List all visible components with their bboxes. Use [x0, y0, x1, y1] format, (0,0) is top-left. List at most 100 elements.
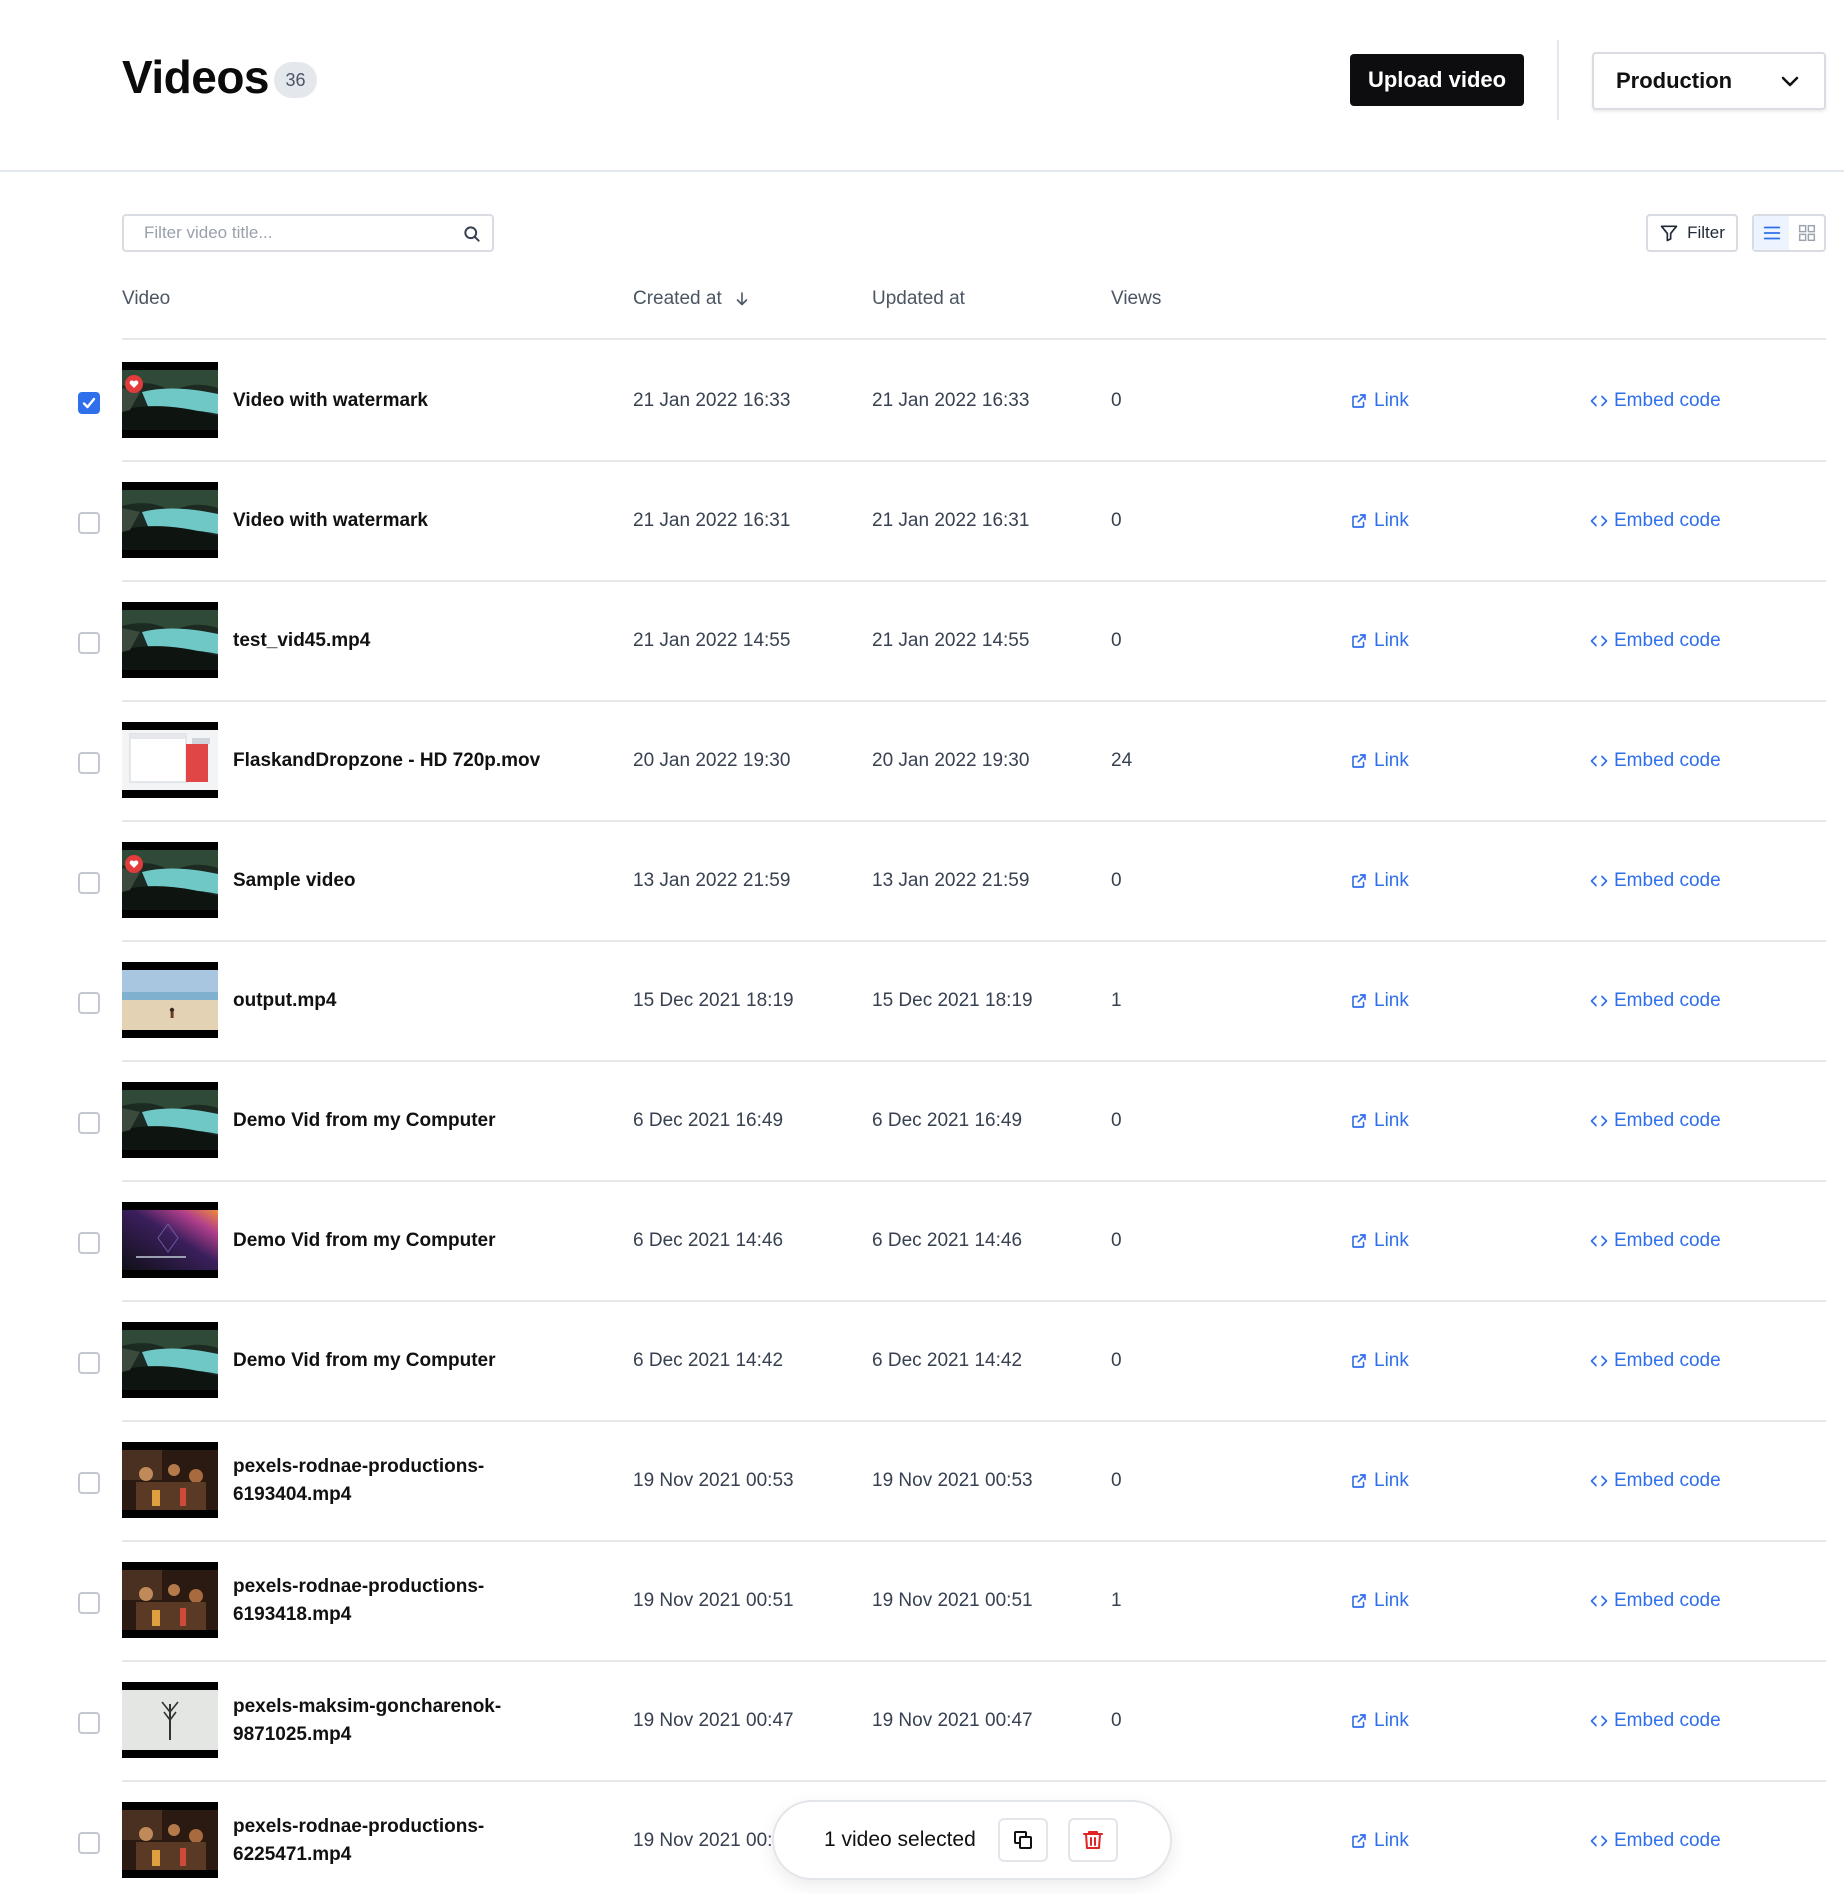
link-button[interactable]: Link [1350, 1062, 1409, 1180]
copy-icon [1013, 1831, 1032, 1849]
upload-video-button[interactable]: Upload video [1350, 54, 1524, 106]
video-title[interactable]: pexels-rodnae-productions-6193418.mp4 [233, 1542, 563, 1660]
row-checkbox[interactable] [78, 992, 100, 1014]
page-header: Videos 36 Upload video Production [0, 0, 1844, 172]
updated-at: 19 Nov 2021 00:51 [872, 1590, 1033, 1611]
video-thumbnail[interactable] [122, 1682, 218, 1758]
video-title[interactable]: output.mp4 [233, 942, 563, 1060]
link-button[interactable]: Link [1350, 1662, 1409, 1780]
view-toggle [1752, 214, 1826, 252]
table-row: Demo Vid from my Computer 6 Dec 2021 16:… [0, 1062, 1844, 1182]
video-thumbnail[interactable] [122, 1802, 218, 1878]
row-checkbox[interactable] [78, 1712, 100, 1734]
video-thumbnail[interactable] [122, 842, 218, 918]
embed-code-button[interactable]: Embed code [1590, 462, 1721, 580]
row-checkbox[interactable] [78, 1592, 100, 1614]
embed-code-button[interactable]: Embed code [1590, 342, 1721, 460]
link-button[interactable]: Link [1350, 702, 1409, 820]
row-checkbox[interactable] [78, 392, 100, 414]
embed-code-label: Embed code [1614, 510, 1721, 531]
embed-code-button[interactable]: Embed code [1590, 1062, 1721, 1180]
video-thumbnail[interactable] [122, 1562, 218, 1638]
embed-code-button[interactable]: Embed code [1590, 582, 1721, 700]
link-button[interactable]: Link [1350, 822, 1409, 940]
link-button[interactable]: Link [1350, 1182, 1409, 1300]
video-thumbnail[interactable] [122, 1202, 218, 1278]
embed-code-button[interactable]: Embed code [1590, 1662, 1721, 1780]
video-thumbnail[interactable] [122, 362, 218, 438]
search-input[interactable] [124, 216, 444, 250]
created-at: 6 Dec 2021 16:49 [633, 1110, 784, 1131]
embed-code-button[interactable]: Embed code [1590, 822, 1721, 940]
embed-code-button[interactable]: Embed code [1590, 1422, 1721, 1540]
embed-code-button[interactable]: Embed code [1590, 702, 1721, 820]
link-button[interactable]: Link [1350, 342, 1409, 460]
views-count: 0 [1111, 1230, 1122, 1251]
video-title[interactable]: Demo Vid from my Computer [233, 1302, 563, 1420]
filter-button[interactable]: Filter [1646, 214, 1738, 252]
video-thumbnail[interactable] [122, 962, 218, 1038]
video-title[interactable]: pexels-rodnae-productions-6193404.mp4 [233, 1422, 563, 1540]
row-checkbox[interactable] [78, 632, 100, 654]
created-at: 19 Nov 2021 00:53 [633, 1470, 794, 1491]
views-count: 0 [1111, 1350, 1122, 1371]
video-title[interactable]: pexels-maksim-goncharenok-9871025.mp4 [233, 1662, 563, 1780]
row-checkbox[interactable] [78, 1232, 100, 1254]
video-thumbnail[interactable] [122, 1082, 218, 1158]
created-at: 19 Nov 2021 00:51 [633, 1590, 794, 1611]
link-label: Link [1374, 1590, 1409, 1611]
video-thumbnail[interactable] [122, 1442, 218, 1518]
embed-code-button[interactable]: Embed code [1590, 942, 1721, 1060]
link-button[interactable]: Link [1350, 942, 1409, 1060]
video-title[interactable]: pexels-rodnae-productions-6225471.mp4 [233, 1782, 563, 1894]
copy-button[interactable] [997, 1818, 1048, 1862]
row-checkbox[interactable] [78, 1352, 100, 1374]
video-title[interactable]: Video with watermark [233, 462, 563, 580]
link-button[interactable]: Link [1350, 462, 1409, 580]
row-checkbox[interactable] [78, 752, 100, 774]
embed-code-button[interactable]: Embed code [1590, 1302, 1721, 1420]
video-title[interactable]: FlaskandDropzone - HD 720p.mov [233, 702, 563, 820]
video-title[interactable]: Demo Vid from my Computer [233, 1182, 563, 1300]
table-row: pexels-maksim-goncharenok-9871025.mp4 19… [0, 1662, 1844, 1782]
embed-code-button[interactable]: Embed code [1590, 1782, 1721, 1894]
updated-at: 21 Jan 2022 16:31 [872, 510, 1030, 531]
video-title[interactable]: Demo Vid from my Computer [233, 1062, 563, 1180]
video-title[interactable]: Sample video [233, 822, 563, 940]
delete-button[interactable] [1067, 1818, 1118, 1862]
row-checkbox[interactable] [78, 512, 100, 534]
link-button[interactable]: Link [1350, 1302, 1409, 1420]
embed-code-button[interactable]: Embed code [1590, 1542, 1721, 1660]
grid-view-button[interactable] [1789, 216, 1824, 250]
created-at: 6 Dec 2021 14:42 [633, 1350, 784, 1371]
environment-select[interactable]: Production [1592, 52, 1826, 110]
link-label: Link [1374, 390, 1409, 411]
row-checkbox[interactable] [78, 1472, 100, 1494]
video-thumbnail[interactable] [122, 602, 218, 678]
column-header-created[interactable]: Created at [633, 288, 750, 310]
list-view-button[interactable] [1754, 216, 1789, 250]
embed-code-button[interactable]: Embed code [1590, 1182, 1721, 1300]
row-checkbox[interactable] [78, 1112, 100, 1134]
link-button[interactable]: Link [1350, 582, 1409, 700]
link-button[interactable]: Link [1350, 1782, 1409, 1894]
video-thumbnail[interactable] [122, 482, 218, 558]
link-button[interactable]: Link [1350, 1542, 1409, 1660]
external-link-icon [1352, 1474, 1366, 1488]
link-label: Link [1374, 510, 1409, 531]
row-checkbox[interactable] [78, 872, 100, 894]
created-at: 19 Nov 2021 00:47 [633, 1710, 794, 1731]
external-link-icon [1352, 994, 1366, 1008]
row-checkbox[interactable] [78, 1832, 100, 1854]
external-link-icon [1352, 1714, 1366, 1728]
video-title[interactable]: test_vid45.mp4 [233, 582, 563, 700]
link-label: Link [1374, 750, 1409, 771]
search-icon[interactable] [462, 224, 482, 244]
video-title[interactable]: Video with watermark [233, 342, 563, 460]
video-thumbnail[interactable] [122, 1322, 218, 1398]
column-header-views: Views [1111, 288, 1162, 309]
link-button[interactable]: Link [1350, 1422, 1409, 1540]
selection-bar: 1 video selected [772, 1800, 1172, 1880]
video-thumbnail[interactable] [122, 722, 218, 798]
code-icon [1590, 875, 1608, 887]
